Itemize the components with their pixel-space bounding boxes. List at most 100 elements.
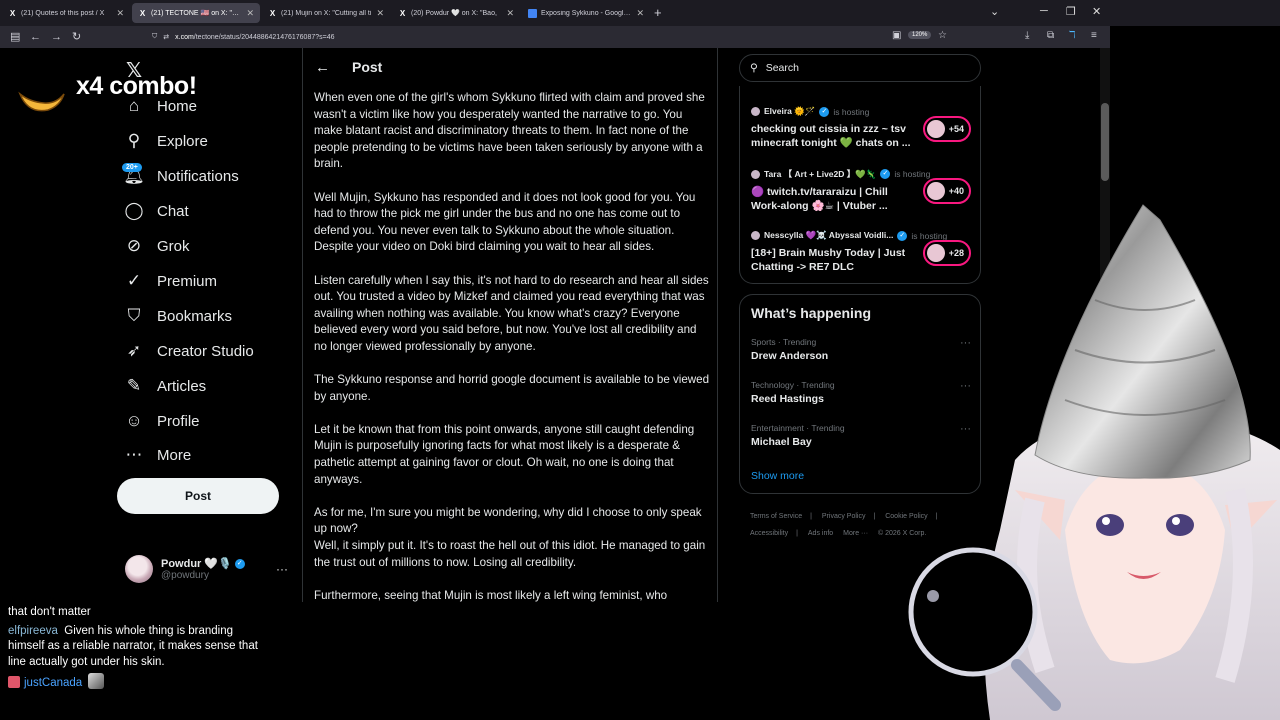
- close-window-icon[interactable]: ✕: [1092, 5, 1101, 18]
- tab-list-chevron-icon[interactable]: ⌄: [990, 5, 999, 18]
- address-bar[interactable]: ⛉ ⇄ x.com/tectone/status/204488642147617…: [152, 29, 952, 45]
- browser-tab[interactable]: X (20) Powdur 🤍 on X: "Bao, ✕: [392, 3, 520, 23]
- account-name: Powdur 🤍🎙️ ✓: [161, 557, 245, 570]
- footer-link[interactable]: Ads info: [808, 530, 833, 537]
- browser-tab[interactable]: d Exposing Sykkuno - Google Do ✕: [522, 3, 650, 23]
- nav-label: Notifications: [157, 167, 239, 185]
- google-docs-favicon-icon: d: [528, 8, 537, 18]
- nav-explore[interactable]: ⚲ Explore: [124, 131, 208, 151]
- post-paragraph: When even one of the girl's whom Sykkuno…: [314, 91, 705, 171]
- person-icon: ☺: [125, 411, 143, 430]
- download-icon[interactable]: ⤓: [1025, 30, 1029, 41]
- reader-view-icon[interactable]: ▣: [892, 30, 901, 41]
- section-title: What’s happening: [751, 305, 872, 321]
- chat-icon: ◯: [124, 201, 144, 220]
- menu-icon[interactable]: ≡: [1091, 30, 1097, 41]
- avatar: [751, 107, 760, 116]
- search-icon: ⚲: [750, 62, 758, 74]
- extension-icon[interactable]: ℸ: [1069, 30, 1075, 41]
- combo-counter: x4 combo!: [76, 72, 197, 100]
- footer-link[interactable]: More ···: [843, 530, 868, 537]
- nav-label: Articles: [157, 377, 207, 395]
- live-item[interactable]: Elveira 🌞🪄 ✓ is hosting checking out cissi…: [751, 106, 971, 150]
- tab-title: (21) Quotes of this post / X: [21, 9, 105, 17]
- account-switcher[interactable]: Powdur 🤍🎙️ ✓ @powdury: [125, 555, 245, 583]
- x-favicon-icon: X: [269, 8, 276, 18]
- notifications-badge: 20+: [122, 163, 142, 172]
- x-favicon-icon: X: [139, 8, 146, 18]
- avatar: [125, 555, 153, 583]
- extensions-icon[interactable]: ⧉: [1047, 30, 1054, 41]
- post-paragraph: Listen carefully when I say this, it's n…: [314, 273, 709, 353]
- back-icon[interactable]: ←: [30, 30, 41, 44]
- nav-creator-studio[interactable]: ➶ Creator Studio: [124, 341, 254, 361]
- nav-label: Grok: [157, 237, 190, 255]
- more-circle-icon: ⋯: [125, 445, 143, 464]
- tab-title: (21) Mujin on X: "Cutting all ti: [281, 9, 372, 17]
- footer-link[interactable]: Privacy Policy: [822, 513, 866, 520]
- post-paragraph: The Sykkuno response and horrid google d…: [314, 373, 710, 403]
- avatar: [751, 169, 760, 179]
- nav-premium[interactable]: ✓ Premium: [124, 271, 217, 291]
- minimize-icon[interactable]: ─: [1040, 5, 1048, 17]
- tab-title: (21) TECTONE 🇺🇸 on X: "Cutting: [151, 10, 243, 17]
- footer-link[interactable]: Accessibility: [750, 530, 788, 537]
- chat-emote-icon: [88, 673, 105, 689]
- nav-articles[interactable]: ✎ Articles: [124, 376, 206, 396]
- crescent-moon-icon: [18, 91, 65, 112]
- premium-icon: ✓: [126, 271, 142, 290]
- chat-message: that don't matter: [8, 606, 91, 618]
- close-tab-icon[interactable]: ✕: [376, 8, 384, 19]
- live-listener-count[interactable]: +54: [923, 116, 971, 142]
- bookmark-star-icon[interactable]: ☆: [938, 30, 947, 41]
- avatar: [927, 182, 945, 200]
- page-title: Post: [352, 59, 383, 75]
- live-title: 🟣 twitch.tv/tararaizu | Chill Work-along…: [751, 186, 888, 212]
- shield-icon[interactable]: ⛉: [152, 33, 157, 41]
- verified-badge-icon: ✓: [880, 169, 891, 179]
- post-paragraph: As for me, I'm sure you might be wonderi…: [314, 505, 702, 536]
- verified-badge-icon: ✓: [819, 106, 830, 117]
- back-arrow-icon[interactable]: ←: [315, 59, 330, 76]
- close-tab-icon[interactable]: ✕: [246, 8, 254, 19]
- nav-more[interactable]: ⋯ More: [124, 445, 192, 465]
- reload-icon[interactable]: ↻: [72, 30, 81, 44]
- nav-label: More: [157, 446, 192, 464]
- browser-tab-bar: X (21) Quotes of this post / X ✕ X (21) …: [0, 0, 1280, 26]
- restore-icon[interactable]: ❐: [1066, 5, 1076, 18]
- scrollbar-thumb[interactable]: [1101, 103, 1109, 181]
- nav-label: Creator Studio: [157, 342, 254, 360]
- verified-badge-icon: ✓: [234, 559, 245, 570]
- compose-post-button[interactable]: Post: [117, 478, 279, 514]
- avatar: [927, 120, 945, 138]
- browser-tab[interactable]: X (21) Mujin on X: "Cutting all ti ✕: [262, 3, 390, 23]
- footer-link[interactable]: Terms of Service: [750, 513, 802, 520]
- new-tab-plus-icon[interactable]: +: [654, 5, 662, 20]
- rocket-icon: ➶: [126, 341, 142, 360]
- post-column: ← Post When even one of the girl's whom …: [302, 48, 718, 602]
- live-title: [18+] Brain Mushy Today | Just Chatting …: [751, 247, 906, 273]
- nav-profile[interactable]: ☺ Profile: [124, 411, 199, 431]
- site-info-icon[interactable]: ⇄: [163, 33, 169, 41]
- forward-icon[interactable]: →: [51, 30, 62, 44]
- nav-grok[interactable]: ⊘ Grok: [124, 236, 190, 256]
- close-tab-icon[interactable]: ✕: [116, 8, 124, 19]
- nav-bookmarks[interactable]: ⛉ Bookmarks: [124, 306, 232, 326]
- account-more-icon[interactable]: ···: [276, 562, 288, 576]
- chat-message: elfpireeva Given his whole thing is bran…: [8, 624, 258, 668]
- tab-title: Exposing Sykkuno - Google Do: [541, 9, 633, 17]
- browser-tab-active[interactable]: X (21) TECTONE 🇺🇸 on X: "Cutting ✕: [132, 3, 260, 23]
- post-paragraph: Furthermore, seeing that Mujin is most l…: [314, 588, 668, 602]
- close-tab-icon[interactable]: ✕: [506, 8, 514, 19]
- sidebar-toggle-icon[interactable]: ▤: [10, 30, 20, 44]
- x-favicon-icon: X: [9, 8, 16, 18]
- close-tab-icon[interactable]: ✕: [636, 8, 644, 19]
- bookmark-icon: ⛉: [127, 306, 141, 325]
- browser-tab[interactable]: X (21) Quotes of this post / X ✕: [2, 3, 130, 23]
- nav-label: Bookmarks: [157, 307, 233, 325]
- search-input[interactable]: ⚲ Search: [739, 54, 981, 82]
- zoom-level[interactable]: 120%: [908, 31, 932, 39]
- show-more-link[interactable]: Show more: [751, 470, 804, 482]
- nav-chat[interactable]: ◯ Chat: [124, 201, 188, 221]
- post-paragraph: Let it be known that from this point onw…: [314, 422, 695, 486]
